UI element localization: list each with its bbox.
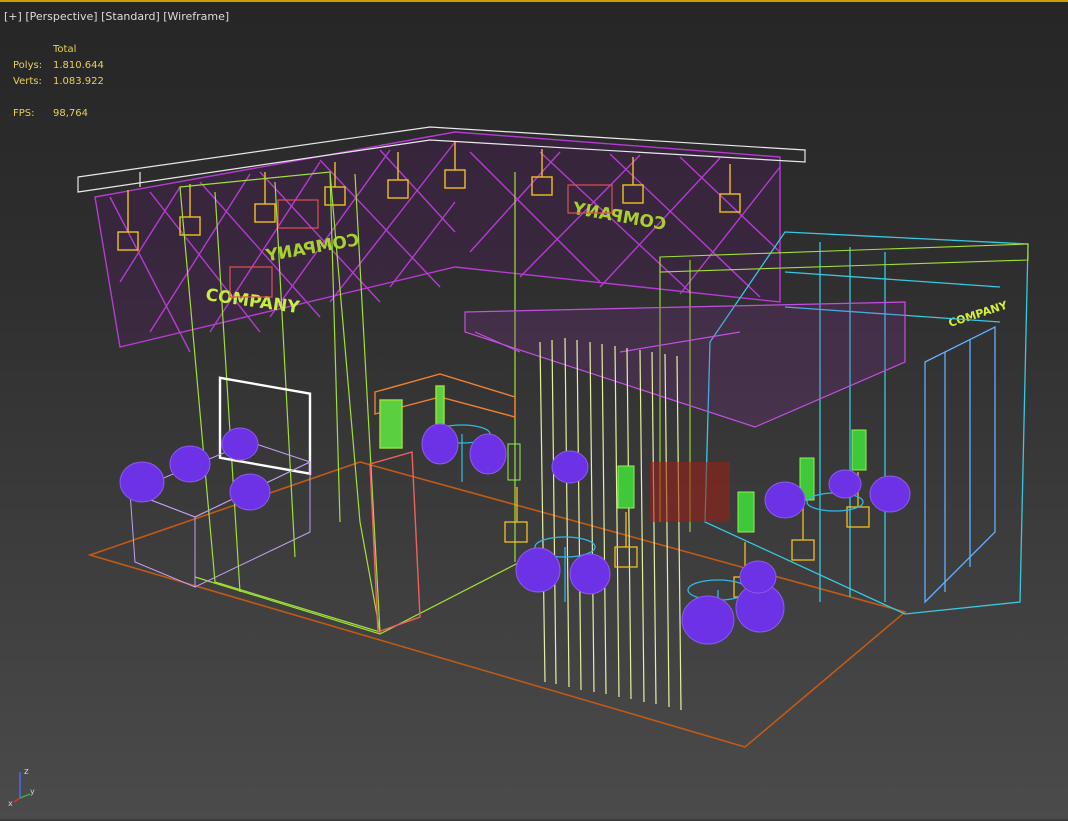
axis-y-label: y [30, 787, 35, 796]
axis-z-label: z [24, 767, 29, 777]
red-panel [650, 462, 730, 522]
axis-gizmo-icon: z y x [8, 767, 35, 808]
storage-door [369, 451, 421, 633]
viewport-3d[interactable]: [+] [Perspective] [Standard] [Wireframe]… [0, 0, 1068, 819]
canopy-beam [464, 301, 906, 428]
wireframe-scene[interactable]: COMPANY COMPANY COMPANY COMPANY [0, 2, 1068, 821]
axis-x-label: x [8, 799, 13, 808]
sign-side: COMPANY [947, 298, 1010, 330]
reception-counter [128, 441, 312, 588]
